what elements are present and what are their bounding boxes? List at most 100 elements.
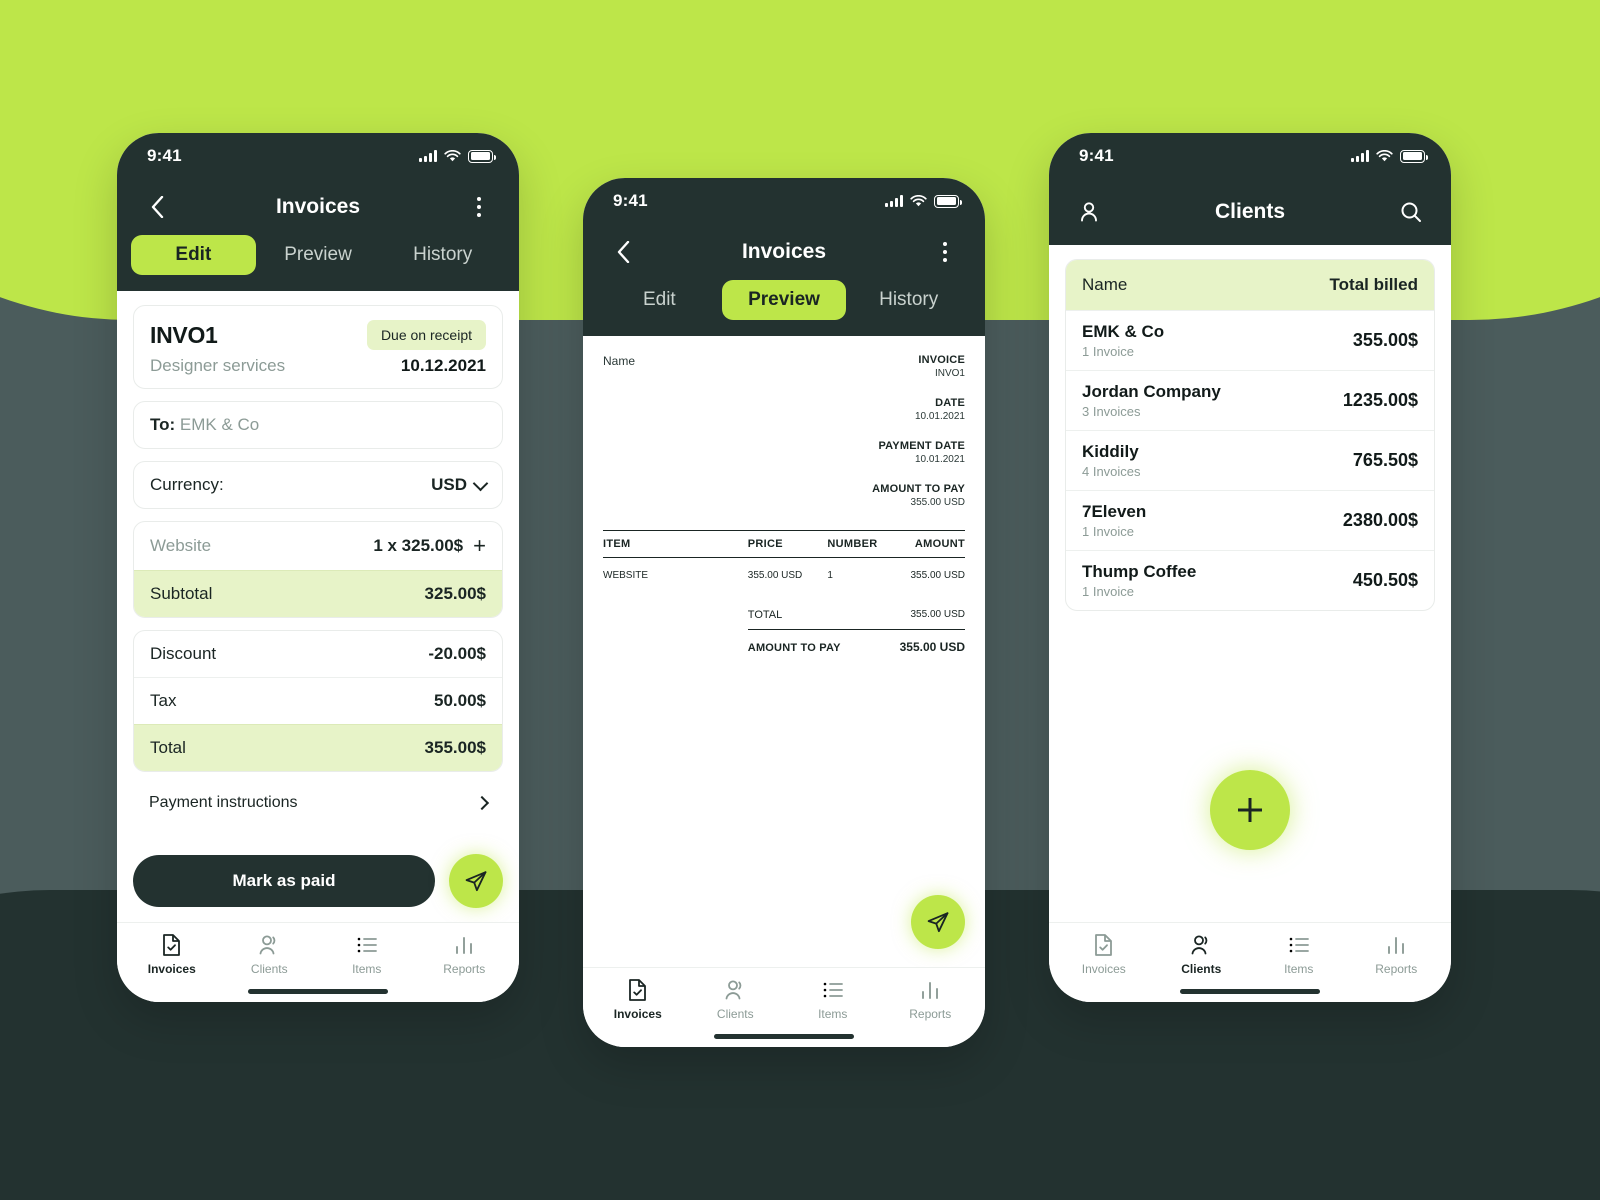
document-check-icon bbox=[1094, 934, 1112, 956]
list-icon bbox=[1289, 937, 1309, 953]
mark-as-paid-button[interactable]: Mark as paid bbox=[133, 855, 435, 907]
invoice-summary-card[interactable]: INVO1 Due on receipt Designer services 1… bbox=[133, 305, 503, 389]
home-indicator bbox=[117, 980, 519, 1002]
people-icon bbox=[259, 935, 276, 955]
client-invoice-count: 3 Invoices bbox=[1082, 404, 1141, 419]
document-amount-to-pay-row: AMOUNT TO PAY 355.00 USD bbox=[603, 640, 965, 654]
client-list-item[interactable]: 7Eleven 1 Invoice 2380.00$ bbox=[1066, 490, 1434, 550]
overflow-menu-button[interactable] bbox=[463, 191, 495, 223]
client-invoice-count: 4 Invoices bbox=[1082, 464, 1141, 479]
chevron-left-icon bbox=[617, 241, 629, 263]
totals-card: Discount -20.00$ Tax 50.00$ Total 355.00… bbox=[133, 630, 503, 772]
subtotal-value: 325.00$ bbox=[424, 584, 486, 603]
bottom-navigation: Invoices Clients Items Reports bbox=[1049, 922, 1451, 980]
meta-amount-value: 355.00 USD bbox=[910, 497, 965, 508]
invoice-tabs: Edit Preview History bbox=[583, 280, 985, 336]
currency-card[interactable]: Currency: USD bbox=[133, 461, 503, 509]
client-invoice-count: 1 Invoice bbox=[1082, 584, 1135, 599]
client-name: Jordan Company bbox=[1082, 382, 1221, 401]
send-paper-plane-icon bbox=[465, 871, 487, 892]
line-item-row[interactable]: Website 1 x 325.00$ + bbox=[134, 522, 502, 570]
line-item-amount: 1 x 325.00$ bbox=[373, 536, 464, 555]
recipient-label: To: bbox=[150, 415, 176, 434]
battery-icon bbox=[468, 149, 496, 163]
tab-edit[interactable]: Edit bbox=[131, 235, 256, 275]
nav-item-invoices[interactable]: Invoices bbox=[589, 978, 687, 1025]
search-button[interactable] bbox=[1395, 196, 1427, 228]
profile-button[interactable] bbox=[1073, 196, 1105, 228]
document-total-label: TOTAL bbox=[747, 609, 783, 621]
discount-row[interactable]: Discount -20.00$ bbox=[134, 631, 502, 677]
nav-item-invoices[interactable]: Invoices bbox=[1055, 933, 1153, 980]
app-header-invoices: Invoices Edit Preview History bbox=[117, 179, 519, 291]
discount-label: Discount bbox=[150, 644, 217, 663]
add-client-button[interactable] bbox=[1210, 770, 1290, 850]
nav-label-items: Items bbox=[1284, 962, 1314, 976]
invoice-line-table: ITEM PRICE NUMBER AMOUNT WEBSITE 355.00 … bbox=[603, 530, 965, 654]
cellular-signal-icon bbox=[1351, 150, 1369, 162]
invoice-document: Name INVOICE INVO1 DATE 10.01.2021 PAYME… bbox=[583, 336, 985, 654]
document-meta: INVOICE INVO1 DATE 10.01.2021 PAYMENT DA… bbox=[872, 354, 965, 508]
chevron-left-icon bbox=[151, 196, 163, 218]
search-icon bbox=[1401, 202, 1421, 222]
document-name-placeholder: Name bbox=[603, 354, 636, 368]
nav-item-invoices[interactable]: Invoices bbox=[123, 933, 221, 980]
document-total-row: TOTAL 355.00 USD bbox=[603, 609, 965, 621]
currency-row[interactable]: Currency: USD bbox=[134, 462, 502, 508]
tax-row[interactable]: Tax 50.00$ bbox=[134, 677, 502, 724]
nav-label-invoices: Invoices bbox=[147, 962, 196, 976]
send-invoice-button[interactable] bbox=[911, 895, 965, 949]
table-header-row: ITEM PRICE NUMBER AMOUNT bbox=[603, 531, 965, 557]
overflow-menu-button[interactable] bbox=[929, 236, 961, 268]
invoice-date: 10.12.2021 bbox=[400, 356, 486, 375]
nav-item-items[interactable]: Items bbox=[318, 933, 416, 980]
nav-item-reports[interactable]: Reports bbox=[416, 933, 514, 980]
subtotal-row: Subtotal 325.00$ bbox=[134, 570, 502, 617]
client-list-item[interactable]: Kiddily 4 Invoices 765.50$ bbox=[1066, 430, 1434, 490]
client-list-item[interactable]: EMK & Co 1 Invoice 355.00$ bbox=[1066, 310, 1434, 370]
payment-instructions-link[interactable]: Payment instructions bbox=[133, 784, 503, 812]
people-icon bbox=[725, 980, 742, 1000]
nav-item-items[interactable]: Items bbox=[1250, 933, 1348, 980]
recipient-row[interactable]: To: EMK & Co bbox=[134, 402, 502, 448]
invoice-description: Designer services bbox=[150, 356, 286, 375]
nav-item-clients[interactable]: Clients bbox=[687, 978, 785, 1025]
cellular-signal-icon bbox=[885, 195, 903, 207]
nav-item-clients[interactable]: Clients bbox=[221, 933, 319, 980]
nav-label-clients: Clients bbox=[250, 962, 288, 976]
tab-history[interactable]: History bbox=[846, 280, 971, 320]
client-name: EMK & Co bbox=[1082, 322, 1165, 341]
client-name: 7Eleven bbox=[1082, 502, 1147, 521]
phone-screen-invoice-preview: 9:41 Invoices Edit Preview History Name … bbox=[583, 178, 985, 1047]
tab-preview[interactable]: Preview bbox=[256, 235, 381, 275]
client-list-item[interactable]: Thump Coffee 1 Invoice 450.50$ bbox=[1066, 550, 1434, 610]
back-button[interactable] bbox=[141, 191, 173, 223]
nav-label-invoices: Invoices bbox=[613, 1007, 662, 1021]
app-header-clients: Clients bbox=[1049, 179, 1451, 245]
tab-edit[interactable]: Edit bbox=[597, 280, 722, 320]
payment-instructions-label: Payment instructions bbox=[149, 794, 298, 811]
nav-item-reports[interactable]: Reports bbox=[882, 978, 980, 1025]
currency-label: Currency: bbox=[150, 475, 224, 494]
meta-payment-date-value: 10.01.2021 bbox=[914, 454, 965, 465]
recipient-card[interactable]: To: EMK & Co bbox=[133, 401, 503, 449]
status-bar-time: 9:41 bbox=[1079, 146, 1114, 165]
home-indicator bbox=[583, 1025, 985, 1047]
bar-chart-icon bbox=[456, 937, 473, 954]
tab-preview[interactable]: Preview bbox=[721, 280, 847, 320]
status-badge[interactable]: Due on receipt bbox=[366, 320, 486, 350]
client-total-billed: 450.50$ bbox=[1352, 570, 1418, 590]
tab-history[interactable]: History bbox=[380, 235, 505, 275]
table-row: WEBSITE 355.00 USD 1 355.00 USD bbox=[603, 558, 965, 593]
nav-item-clients[interactable]: Clients bbox=[1153, 933, 1251, 980]
plus-icon[interactable]: + bbox=[473, 535, 486, 557]
wifi-icon bbox=[444, 149, 461, 161]
status-bar: 9:41 bbox=[1049, 133, 1451, 179]
nav-item-items[interactable]: Items bbox=[784, 978, 882, 1025]
client-list-item[interactable]: Jordan Company 3 Invoices 1235.00$ bbox=[1066, 370, 1434, 430]
send-invoice-button[interactable] bbox=[449, 854, 503, 908]
nav-item-reports[interactable]: Reports bbox=[1348, 933, 1446, 980]
nav-label-reports: Reports bbox=[1375, 962, 1418, 976]
meta-invoice-value: INVO1 bbox=[934, 368, 965, 379]
back-button[interactable] bbox=[607, 236, 639, 268]
